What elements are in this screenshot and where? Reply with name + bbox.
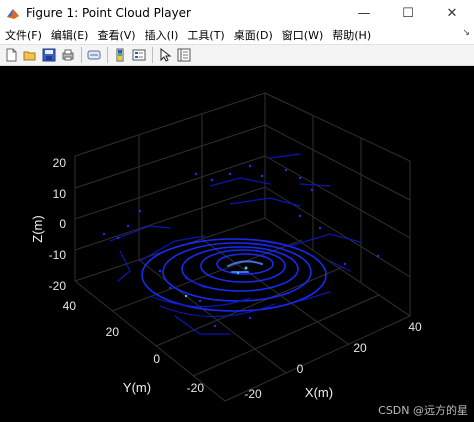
window-title: Figure 1: Point Cloud Player <box>26 6 191 20</box>
toolbar-separator <box>107 47 108 63</box>
menu-edit[interactable]: 编辑(E) <box>47 27 93 43</box>
menu-file[interactable]: 文件(F) <box>0 27 46 43</box>
pointer-icon[interactable] <box>157 47 173 63</box>
x-axis-label: X(m) <box>305 385 333 400</box>
property-inspector-icon[interactable] <box>176 47 192 63</box>
open-file-icon[interactable] <box>22 47 38 63</box>
x-tick-label: -20 <box>244 387 262 401</box>
z-tick-label: 20 <box>53 156 67 170</box>
z-tick-label: 0 <box>59 217 66 231</box>
toolbar-separator <box>152 47 153 63</box>
menu-tools[interactable]: 工具(T) <box>183 27 228 43</box>
watermark: CSDN @远方的星 <box>378 404 468 417</box>
y-axis-label: Y(m) <box>123 380 151 395</box>
toolbar-separator <box>81 47 82 63</box>
y-tick-label: 0 <box>153 352 160 366</box>
minimize-button[interactable]: — <box>342 0 386 26</box>
z-tick-label: -20 <box>49 279 67 293</box>
menu-insert[interactable]: 插入(I) <box>141 27 183 43</box>
maximize-button[interactable]: ☐ <box>386 0 430 26</box>
figure-toolbar <box>0 44 474 66</box>
y-tick-label: 20 <box>106 325 120 339</box>
window-controls: — ☐ ✕ <box>342 0 474 26</box>
x-tick-label: 0 <box>297 362 304 376</box>
y-tick-label: 40 <box>63 299 77 313</box>
title-bar[interactable]: Figure 1: Point Cloud Player — ☐ ✕ <box>0 0 474 26</box>
colorbar-icon[interactable] <box>112 47 128 63</box>
figure-window: Figure 1: Point Cloud Player — ☐ ✕ 文件(F)… <box>0 0 474 422</box>
dock-arrow-icon[interactable]: ↘ <box>462 28 470 38</box>
matlab-logo-icon <box>6 6 20 20</box>
menu-bar: 文件(F) 编辑(E) 查看(V) 插入(I) 工具(T) 桌面(D) 窗口(W… <box>0 26 474 44</box>
link-plot-icon[interactable] <box>86 47 102 63</box>
new-figure-icon[interactable] <box>3 47 19 63</box>
z-axis-label: Z(m) <box>30 215 45 242</box>
close-button[interactable]: ✕ <box>430 0 474 26</box>
menu-desktop[interactable]: 桌面(D) <box>230 27 277 43</box>
point-cloud-axes[interactable]: 20 10 0 -10 -20 Z(m) 40 20 0 -20 Y(m) -2… <box>0 66 474 422</box>
z-tick-label: -10 <box>49 248 67 262</box>
menu-window[interactable]: 窗口(W) <box>278 27 327 43</box>
print-icon[interactable] <box>60 47 76 63</box>
y-tick-label: -20 <box>187 381 205 395</box>
x-tick-label: 40 <box>408 320 422 334</box>
point-cloud <box>102 153 380 335</box>
z-tick-label: 10 <box>53 187 67 201</box>
save-icon[interactable] <box>41 47 57 63</box>
legend-icon[interactable] <box>131 47 147 63</box>
axes-canvas[interactable]: 20 10 0 -10 -20 Z(m) 40 20 0 -20 Y(m) -2… <box>0 66 474 422</box>
menu-view[interactable]: 查看(V) <box>93 27 139 43</box>
x-tick-label: 20 <box>353 341 367 355</box>
menu-help[interactable]: 帮助(H) <box>328 27 375 43</box>
